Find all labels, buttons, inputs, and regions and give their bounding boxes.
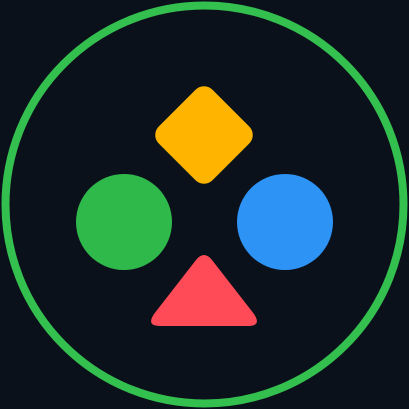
app-icon-logo	[0, 0, 409, 409]
app-icon-canvas	[0, 0, 409, 409]
right-circle-shape	[237, 174, 333, 270]
left-circle-shape	[76, 174, 172, 270]
